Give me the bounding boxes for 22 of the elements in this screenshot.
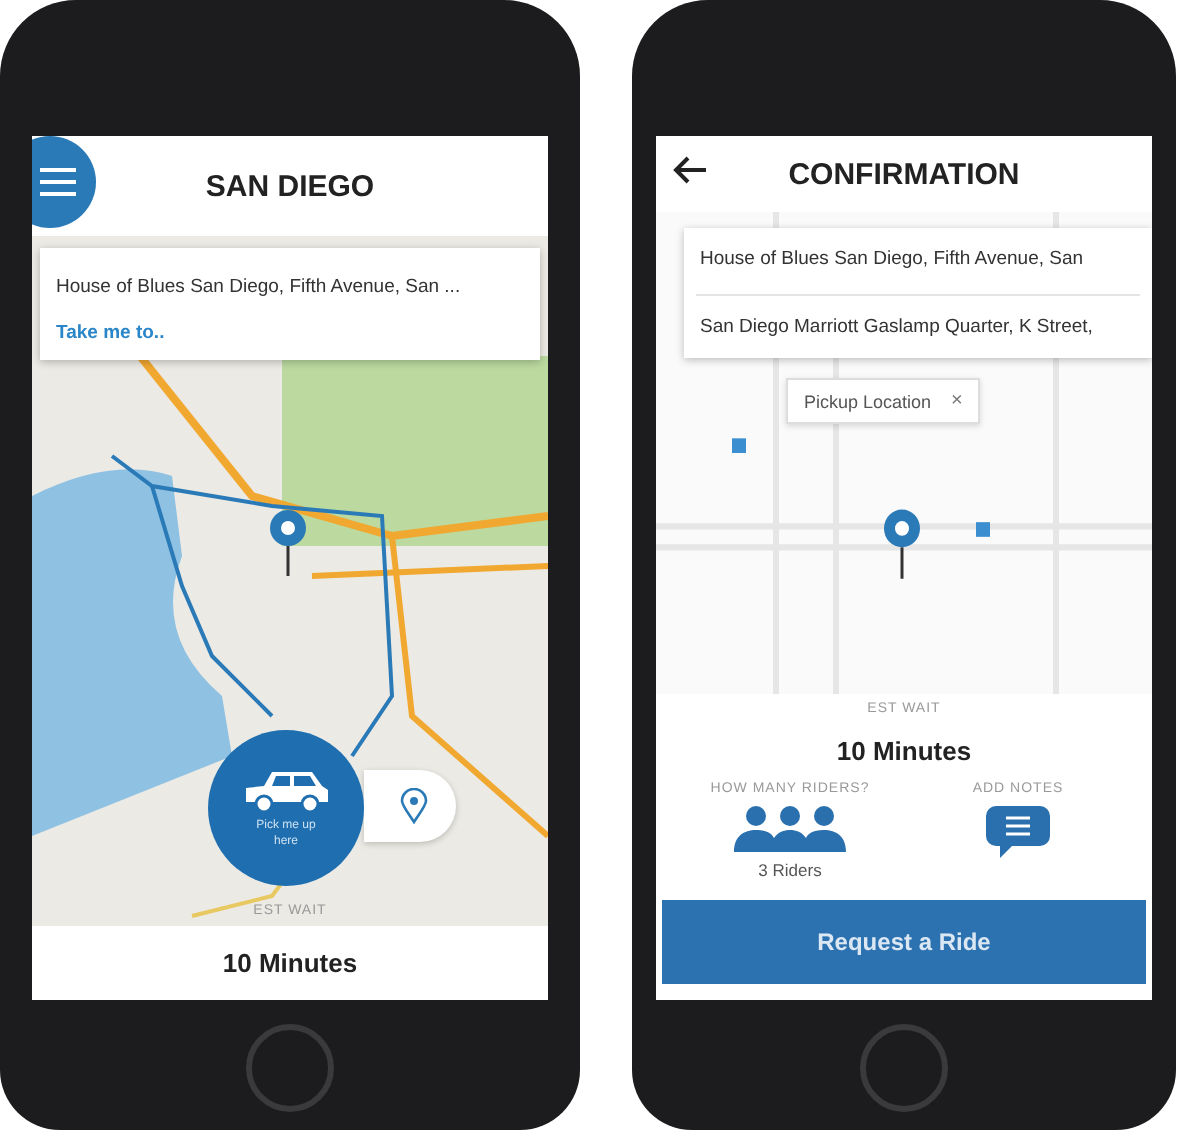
address-field[interactable]: House of Blues San Diego, Fifth Avenue, San ... [40, 248, 540, 314]
take-me-to-link[interactable]: Take me to.. [40, 314, 540, 360]
location-pill[interactable] [364, 770, 456, 842]
riders-button[interactable] [734, 804, 846, 852]
close-button[interactable]: × [951, 390, 963, 412]
destination-field[interactable]: San Diego Marriott Gaslamp Quarter, K Street, [684, 296, 1152, 358]
screen-title: SAN DIEGO [205, 169, 375, 203]
people-icon [734, 804, 846, 852]
wait-time: 10 Minutes [836, 736, 972, 766]
menu-icon [40, 168, 76, 196]
wait-time: 10 Minutes [222, 948, 358, 978]
screen-title: CONFIRMATION [788, 157, 1020, 191]
request-ride-button[interactable]: Request a Ride [662, 900, 1146, 984]
back-arrow-icon [672, 156, 708, 184]
callout-label: Pickup Location [804, 391, 932, 411]
notes-button[interactable] [984, 804, 1052, 860]
car-icon [240, 766, 332, 815]
location-pin-icon [400, 788, 428, 824]
chat-bubble-icon [984, 804, 1052, 860]
origin-field[interactable]: House of Blues San Diego, Fifth Avenue, San [684, 228, 1152, 294]
back-button[interactable] [668, 152, 712, 188]
riders-count: 3 Riders [758, 860, 822, 880]
